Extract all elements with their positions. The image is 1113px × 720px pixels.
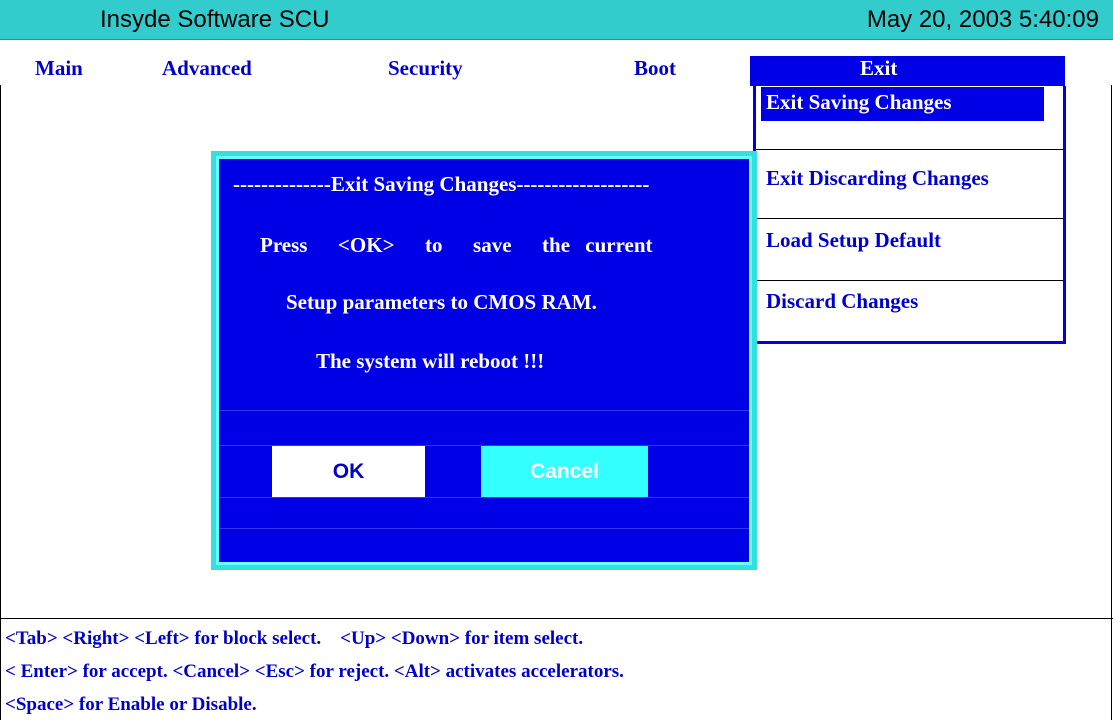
exit-menu-divider — [756, 149, 1063, 150]
exit-item-discard-changes-exit[interactable]: Exit Discarding Changes — [766, 166, 989, 191]
dialog-message-line: Setup parameters to CMOS RAM. — [286, 290, 597, 314]
dialog-message-line: Press <OK> to save the current — [260, 233, 653, 257]
ok-button[interactable]: OK — [272, 446, 425, 497]
dialog-grid-line — [219, 528, 749, 529]
frame-left-border — [0, 85, 1, 720]
tab-advanced[interactable]: Advanced — [162, 56, 252, 81]
exit-item-discard-changes[interactable]: Discard Changes — [766, 289, 918, 314]
date-time: May 20, 2003 5:40:09 — [866, 6, 1099, 33]
exit-item-load-defaults[interactable]: Load Setup Default — [766, 228, 941, 253]
dialog-title: --------------Exit Saving Changes-------… — [233, 172, 650, 196]
dialog-grid-line — [219, 410, 749, 411]
title-bar: Insyde Software SCU May 20, 2003 5:40:09 — [0, 0, 1113, 40]
tab-security[interactable]: Security — [388, 56, 463, 81]
help-text-line: <Space> for Enable or Disable. — [5, 694, 257, 715]
help-text-line: < Enter> for accept. <Cancel> <Esc> for … — [5, 661, 624, 682]
tab-boot[interactable]: Boot — [634, 56, 676, 81]
exit-menu-divider — [756, 218, 1063, 219]
dialog-body: --------------Exit Saving Changes-------… — [219, 159, 749, 562]
tab-exit-highlight[interactable] — [750, 56, 1065, 86]
exit-item-save-changes[interactable]: Exit Saving Changes — [766, 90, 952, 115]
frame-right-border — [1111, 85, 1112, 720]
confirm-dialog: --------------Exit Saving Changes-------… — [211, 151, 757, 570]
tab-exit[interactable]: Exit — [860, 56, 897, 81]
dialog-border: --------------Exit Saving Changes-------… — [216, 156, 752, 565]
help-text-line: <Tab> <Right> <Left> for block select. <… — [5, 628, 584, 649]
exit-menu-divider — [756, 280, 1063, 281]
help-separator — [0, 618, 1113, 619]
exit-menu-panel: Exit Saving Changes Exit Discarding Chan… — [753, 86, 1066, 344]
cancel-button[interactable]: Cancel — [481, 446, 648, 497]
tab-main[interactable]: Main — [35, 56, 83, 81]
dialog-grid-line — [219, 497, 749, 498]
dialog-message-line: The system will reboot !!! — [316, 349, 545, 373]
app-title: Insyde Software SCU — [100, 6, 330, 33]
